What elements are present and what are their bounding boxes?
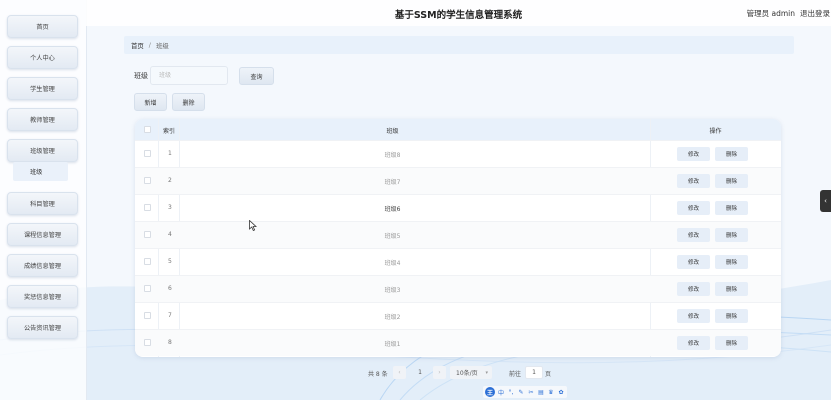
user-info: 管理员 admin bbox=[746, 9, 795, 18]
goto-page-input[interactable]: 1 bbox=[525, 366, 543, 379]
table-row: 8 班级1 修改 删除 bbox=[135, 329, 781, 356]
sidebar-item-label: 首页 bbox=[36, 24, 49, 31]
sidebar-item-label: 成绩信息管理 bbox=[23, 263, 62, 270]
class-search-input[interactable] bbox=[150, 66, 228, 85]
side-panel-toggle[interactable]: ‹ bbox=[820, 190, 831, 212]
floating-toolbar: 王 中 °, ✎ ✂ ▤ ♛ ✿ bbox=[483, 386, 567, 398]
sidebar-item-home[interactable]: 首页 bbox=[7, 15, 78, 38]
sidebar-item-label: 公告资讯管理 bbox=[23, 325, 62, 332]
table-row: 6 班级3 修改 删除 bbox=[135, 275, 781, 302]
keyboard-icon[interactable]: ▤ bbox=[537, 387, 545, 397]
breadcrumb-home[interactable]: 首页 bbox=[131, 41, 144, 50]
table-row: 1 班级8 修改 删除 bbox=[135, 140, 781, 167]
edit-button[interactable]: 修改 bbox=[677, 255, 710, 269]
delete-button[interactable]: 删除 bbox=[715, 228, 748, 242]
page-suffix: 页 bbox=[545, 370, 552, 378]
table-row: 4 班级5 修改 删除 bbox=[135, 221, 781, 248]
pen-icon[interactable]: ✎ bbox=[517, 387, 525, 397]
edit-button[interactable]: 修改 bbox=[677, 174, 710, 188]
delete-button[interactable]: 删除 bbox=[715, 174, 748, 188]
page-size-select[interactable]: 10条/页 ▾ bbox=[450, 366, 492, 379]
edit-button[interactable]: 修改 bbox=[677, 309, 710, 323]
delete-button[interactable]: 删除 bbox=[715, 309, 748, 323]
delete-button[interactable]: 删除 bbox=[715, 201, 748, 215]
delete-button[interactable]: 删除 bbox=[715, 336, 748, 350]
sidebar-item-label: 奖惩信息管理 bbox=[23, 294, 62, 301]
sidebar-item-grades[interactable]: 成绩信息管理 bbox=[7, 254, 78, 277]
row-class-name: 班级3 bbox=[384, 287, 401, 294]
chinese-mode-icon[interactable]: 中 bbox=[497, 387, 505, 397]
sidebar-item-label: 个人中心 bbox=[30, 55, 55, 62]
batch-delete-button[interactable]: 删除 bbox=[172, 93, 205, 111]
sidebar: 首页 个人中心 学生管理 教师管理 班级管理 班级 科目管理 课程信息管理 成绩… bbox=[0, 0, 87, 400]
search-button[interactable]: 查询 bbox=[239, 67, 274, 85]
sidebar-item-label: 课程信息管理 bbox=[23, 232, 62, 239]
sidebar-item-label: 班级管理 bbox=[30, 148, 55, 155]
breadcrumb: 首页 / 班级 bbox=[124, 36, 794, 54]
sidebar-item-label: 科目管理 bbox=[30, 201, 55, 208]
sidebar-subitem-label: 班级 bbox=[30, 169, 43, 176]
delete-button[interactable]: 删除 bbox=[715, 282, 748, 296]
header-operations: 操作 bbox=[709, 128, 722, 135]
sidebar-item-announcements[interactable]: 公告资讯管理 bbox=[7, 316, 78, 339]
delete-button[interactable]: 删除 bbox=[715, 255, 748, 269]
sidebar-item-label: 教师管理 bbox=[30, 117, 55, 124]
logout-link[interactable]: 退出登录 bbox=[800, 8, 830, 19]
sidebar-subitem-class[interactable]: 班级 bbox=[13, 162, 68, 181]
breadcrumb-separator: / bbox=[148, 41, 151, 49]
sidebar-item-courses[interactable]: 课程信息管理 bbox=[7, 223, 78, 246]
table-header: 索引 班级 操作 bbox=[135, 119, 781, 140]
sidebar-item-subjects[interactable]: 科目管理 bbox=[7, 192, 78, 215]
goto-label: 前往 bbox=[509, 370, 522, 378]
breadcrumb-current: 班级 bbox=[155, 41, 169, 50]
edit-button[interactable]: 修改 bbox=[677, 282, 710, 296]
sidebar-item-teachers[interactable]: 教师管理 bbox=[7, 108, 78, 131]
next-page-button[interactable]: › bbox=[433, 366, 446, 379]
edit-button[interactable]: 修改 bbox=[677, 336, 710, 350]
punctuation-icon[interactable]: °, bbox=[507, 387, 515, 397]
table-row: 2 班级7 修改 删除 bbox=[135, 167, 781, 194]
sidebar-item-label: 学生管理 bbox=[30, 86, 55, 93]
edit-button[interactable]: 修改 bbox=[677, 201, 710, 215]
chevron-down-icon: ▾ bbox=[485, 369, 488, 376]
sidebar-item-profile[interactable]: 个人中心 bbox=[7, 46, 78, 69]
delete-button[interactable]: 删除 bbox=[715, 147, 748, 161]
skin-icon[interactable]: ♛ bbox=[547, 387, 555, 397]
search-label: 班级 bbox=[134, 72, 148, 80]
row-class-name: 班级1 bbox=[384, 341, 401, 348]
row-class-name: 班级2 bbox=[384, 314, 401, 321]
scissors-icon[interactable]: ✂ bbox=[527, 387, 535, 397]
row-class-name: 班级7 bbox=[384, 179, 401, 186]
mouse-cursor-icon bbox=[249, 220, 257, 231]
sidebar-item-rewards[interactable]: 奖惩信息管理 bbox=[7, 285, 78, 308]
edit-button[interactable]: 修改 bbox=[677, 228, 710, 242]
table-row: 5 班级4 修改 删除 bbox=[135, 248, 781, 275]
app-title: 基于SSM的学生信息管理系统 bbox=[394, 10, 523, 21]
add-button[interactable]: 新增 bbox=[134, 93, 167, 111]
sidebar-item-classes[interactable]: 班级管理 bbox=[7, 139, 78, 162]
edit-button[interactable]: 修改 bbox=[677, 147, 710, 161]
top-bar: 基于SSM的学生信息管理系统 管理员 admin 退出登录 bbox=[86, 0, 831, 26]
pagination-total: 共 8 条 bbox=[368, 370, 388, 378]
row-class-name: 班级4 bbox=[384, 260, 401, 267]
class-table: 索引 班级 操作 1 班级8 修改 删除 2 班级7 修改 删除 3 班级6 修… bbox=[135, 119, 781, 357]
table-row: 7 班级2 修改 删除 bbox=[135, 302, 781, 329]
page-size-value: 10条/页 bbox=[456, 370, 478, 377]
chevron-left-icon: ‹ bbox=[824, 197, 827, 205]
ime-logo-icon[interactable]: 王 bbox=[485, 387, 495, 397]
sidebar-item-students[interactable]: 学生管理 bbox=[7, 77, 78, 100]
settings-icon[interactable]: ✿ bbox=[557, 387, 565, 397]
prev-page-button[interactable]: ‹ bbox=[393, 366, 406, 379]
row-class-name: 班级6 bbox=[384, 206, 401, 213]
table-row: 3 班级6 修改 删除 bbox=[135, 194, 781, 221]
current-page[interactable]: 1 bbox=[410, 366, 430, 379]
row-class-name: 班级8 bbox=[384, 152, 401, 159]
row-class-name: 班级5 bbox=[384, 233, 401, 240]
header-class: 班级 bbox=[386, 128, 399, 135]
